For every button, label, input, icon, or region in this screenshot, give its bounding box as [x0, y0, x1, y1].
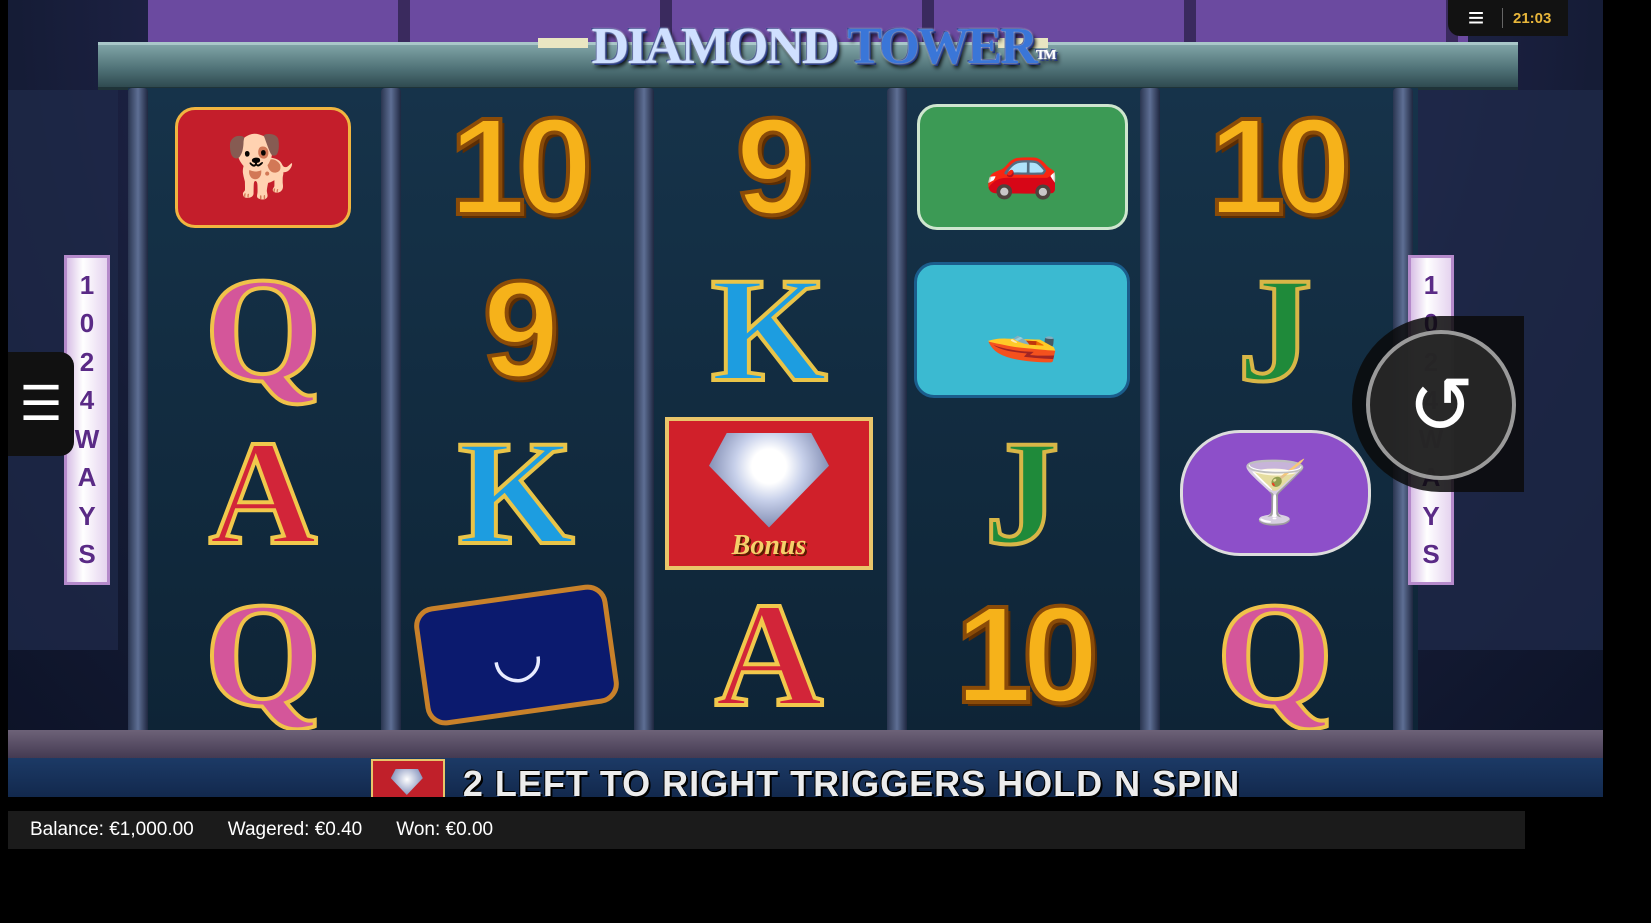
reel-column [887, 88, 907, 740]
stage-floor [8, 730, 1603, 758]
spin-button[interactable]: ↺ [1366, 330, 1516, 480]
game-logo: DIAMOND TOWER TM [591, 17, 1057, 75]
menu-button[interactable]: ☰ [8, 352, 74, 456]
symbol-9: 9 [734, 90, 815, 244]
symbol-9: 9 [481, 253, 562, 407]
bonus-card: Bonus [665, 416, 873, 570]
reel-column [1140, 88, 1160, 740]
symbol-martini: 🍸 [1160, 418, 1390, 568]
symbol-k: K [709, 247, 830, 413]
divider [1502, 8, 1503, 28]
car-icon: 🚗 [984, 133, 1060, 200]
symbol-10: 10 [1206, 90, 1353, 244]
symbol-k: K [456, 410, 577, 576]
martini-card: 🍸 [1179, 430, 1371, 556]
martini-icon: 🍸 [1237, 459, 1313, 526]
symbol-10: 10 [447, 90, 594, 244]
hamburger-icon[interactable]: ≡ [1460, 2, 1492, 34]
clock: 21:03 [1513, 9, 1552, 27]
bonus-label: Bonus [731, 529, 807, 561]
banner-text: 2 LEFT TO RIGHT TRIGGERS HOLD N SPIN [462, 763, 1241, 797]
wagered-display: Wagered: €0.40 [227, 819, 363, 840]
symbol-a: A [713, 572, 825, 738]
symbol-q: Q [203, 572, 324, 738]
diamond-icon [709, 432, 829, 528]
symbol-dog: 🐕 [148, 92, 378, 242]
reel-column [634, 88, 654, 740]
symbol-q: Q [203, 247, 324, 413]
won-display: Won: €0.00 [396, 819, 494, 840]
boat-card: 🚤 [914, 262, 1130, 398]
status-bar: Balance: €1,000.00 Wagered: €0.40 Won: €… [8, 811, 1525, 849]
necklace-icon: ◡ [485, 617, 547, 692]
list-icon: ☰ [19, 378, 63, 431]
dog-icon: 🐕 [225, 133, 301, 200]
symbol-j: J [983, 410, 1062, 576]
top-right-bar: ≡ 21:03 [1448, 0, 1568, 36]
boat-icon: 🚤 [984, 296, 1060, 363]
message-banner: 2 LEFT TO RIGHT TRIGGERS HOLD N SPIN [8, 758, 1603, 797]
symbol-bonus: Bonus [654, 416, 884, 570]
dog-card: 🐕 [175, 106, 351, 228]
symbol-10: 10 [953, 578, 1100, 732]
car-card: 🚗 [916, 104, 1128, 230]
necklace-card: ◡ [411, 582, 621, 728]
symbol-a: A [207, 410, 319, 576]
symbol-necklace: ◡ [401, 580, 631, 730]
reel-column [128, 88, 148, 740]
balance-display: Balance: €1,000.00 [30, 819, 194, 840]
spin-icon: ↺ [1407, 360, 1475, 450]
symbol-car: 🚗 [907, 92, 1137, 242]
bonus-diamond-icon [370, 759, 445, 797]
symbol-boat: 🚤 [907, 255, 1137, 405]
reel-column [381, 88, 401, 740]
symbol-q: Q [1215, 572, 1336, 738]
